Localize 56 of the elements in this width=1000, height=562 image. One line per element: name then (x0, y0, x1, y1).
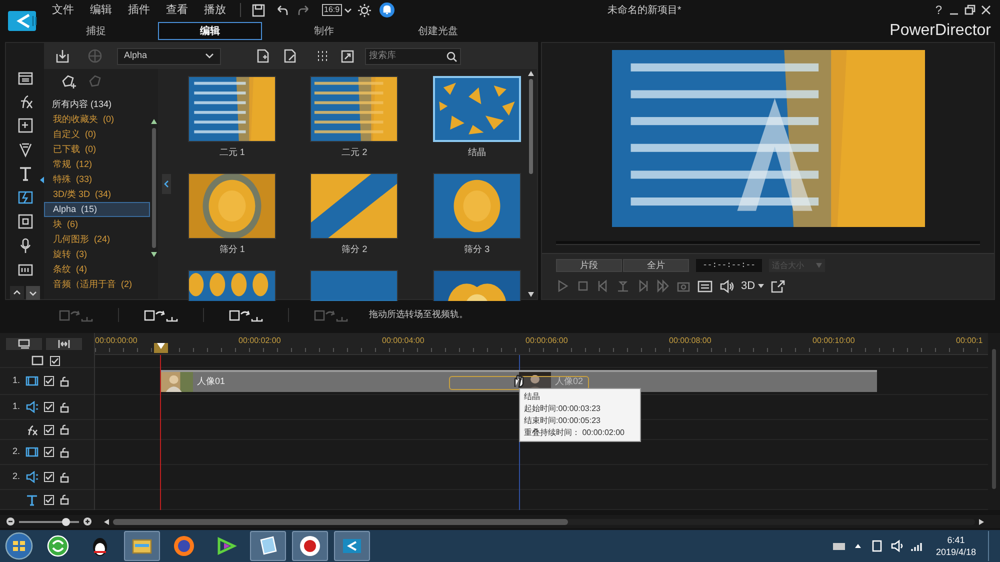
clock-time: 6:41 (947, 534, 965, 546)
stereo-3d-dropdown[interactable]: 3D (741, 278, 764, 294)
menu-item[interactable]: 查看 (158, 2, 196, 18)
ruler-label: 00:00:06:00 (526, 335, 568, 347)
mode-tab[interactable]: 捕捉 (44, 22, 148, 40)
tooltip-line: 重叠持续时间： 00:00:02:00 (524, 427, 626, 439)
category-item[interactable]: 特殊 (33) (44, 172, 150, 187)
ruler-label: 00:00:00:00 (95, 335, 138, 347)
ruler-label: 00:00:10:00 (812, 335, 855, 347)
mode-tab[interactable]: 创建光盘 (386, 22, 490, 40)
category-item[interactable]: 3D/类 3D (34) (44, 187, 150, 202)
category-item[interactable]: Alpha (15) (44, 202, 150, 217)
search-field[interactable]: 搜索库 (365, 48, 461, 64)
ruler-label: 00:00:04:00 (382, 335, 424, 347)
tooltip-line: 结束时间:00:00:05:23 (524, 415, 602, 427)
category-dropdown[interactable]: Alpha (117, 48, 221, 64)
tooltip-line: 起始时间:00:00:03:23 (524, 403, 602, 415)
category-item[interactable]: 旋转 (3) (44, 247, 150, 262)
tooltip-title: 结晶 (524, 391, 541, 403)
menu-item[interactable]: 文件 (44, 2, 82, 18)
video-clip[interactable]: 人像01 (161, 370, 519, 392)
category-item[interactable]: 块 (6) (44, 217, 150, 232)
help-button[interactable]: ? (931, 1, 946, 19)
ruler-label: 00:00:08:00 (669, 335, 712, 347)
track-number: 2. (11, 445, 20, 458)
thumbnail-label: 筛分 3 (464, 243, 490, 256)
thumbnail-label: 筛分 1 (219, 243, 245, 256)
thumbnail-label: 结晶 (468, 146, 486, 159)
track-number: 2. (11, 470, 20, 484)
menu-item[interactable]: 插件 (120, 2, 158, 18)
thumbnail-label: 二元 1 (219, 146, 245, 159)
category-item[interactable]: 已下载 (0) (44, 142, 150, 157)
thumbnail-label: 筛分 2 (342, 243, 368, 256)
ruler-label: 00:00:02:00 (238, 335, 281, 347)
clock-date: 2019/4/18 (936, 546, 976, 558)
category-item[interactable]: 我的收藏夹 (0) (44, 112, 150, 127)
thumbnail-label: 二元 2 (342, 146, 368, 159)
category-item[interactable]: 自定义 (0) (44, 127, 150, 142)
preview-mode-button[interactable]: 全片 (623, 259, 689, 272)
hint-text: 拖动所选转场至视频轨。 (369, 308, 468, 322)
project-title: 未命名的新项目* (607, 4, 682, 18)
category-item[interactable]: 条纹 (4) (44, 262, 150, 277)
preview-mode-button[interactable]: 片段 (556, 259, 622, 272)
menu-item[interactable]: 编辑 (82, 2, 120, 18)
app-name: PowerDirector (890, 21, 991, 41)
category-item[interactable]: 几何图形 (24) (44, 232, 150, 247)
timecode-field[interactable]: --:--:--:-- (696, 259, 762, 272)
category-item[interactable]: 常规 (12) (44, 157, 150, 172)
ruler-label: 00:00:1 (956, 335, 983, 347)
mode-tab[interactable]: 编辑 (158, 22, 262, 40)
mode-tab[interactable]: 制作 (272, 22, 376, 40)
track-number: 1. (11, 374, 20, 388)
category-item[interactable]: 音频（适用于音 (2) (44, 277, 150, 292)
track-number: 1. (11, 400, 20, 414)
category-item[interactable]: 所有内容 (134) (52, 96, 158, 112)
menu-item[interactable]: 播放 (196, 2, 234, 18)
